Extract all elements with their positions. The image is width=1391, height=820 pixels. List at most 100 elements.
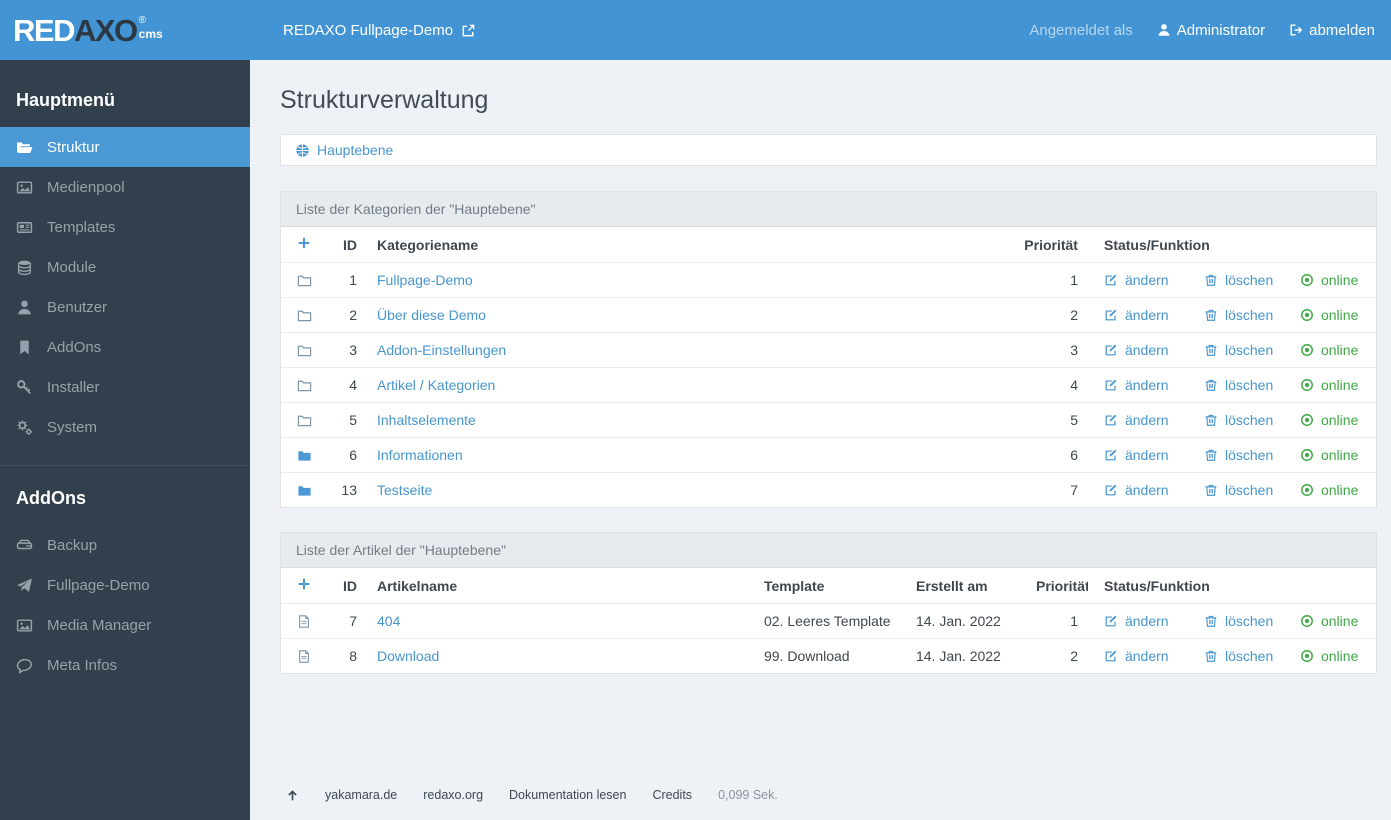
main-menu-heading: Hauptmenü (16, 90, 115, 110)
folder-icon[interactable] (297, 273, 317, 288)
category-link[interactable]: Artikel / Kategorien (377, 377, 495, 393)
category-link[interactable]: Fullpage-Demo (377, 272, 473, 288)
delete-category-link[interactable]: löschen (1204, 412, 1274, 428)
categories-panel: Liste der Kategorien der "Hauptebene" ID… (280, 191, 1377, 508)
folder-icon[interactable] (297, 308, 317, 323)
sidebar-item-fullpage-demo[interactable]: Fullpage-Demo (0, 565, 250, 605)
edit-category-link[interactable]: ändern (1104, 272, 1178, 288)
sidebar-item-templates[interactable]: Templates (0, 207, 250, 247)
articles-panel: Liste der Artikel der "Hauptebene" ID Ar… (280, 532, 1377, 674)
delete-category-link[interactable]: löschen (1204, 307, 1274, 323)
category-priority: 5 (1007, 402, 1088, 438)
category-id: 5 (327, 402, 367, 438)
sidebar-item-module[interactable]: Module (0, 247, 250, 287)
category-link[interactable]: Addon-Einstellungen (377, 342, 506, 358)
online-icon (1300, 614, 1314, 628)
category-link[interactable]: Inhaltselemente (377, 412, 476, 428)
sidebar-item-installer[interactable]: Installer (0, 367, 250, 407)
category-id: 3 (327, 332, 367, 368)
current-user-link[interactable]: Administrator (1157, 22, 1265, 39)
online-status-link[interactable]: online (1300, 648, 1366, 664)
logout-link[interactable]: abmelden (1289, 22, 1375, 39)
article-link[interactable]: Download (377, 648, 439, 664)
category-priority: 2 (1007, 297, 1088, 333)
sidebar-item-backup[interactable]: Backup (0, 525, 250, 565)
edit-icon (1104, 343, 1118, 357)
category-link[interactable]: Testseite (377, 482, 432, 498)
add-article-button[interactable] (297, 577, 311, 591)
edit-article-link[interactable]: ändern (1104, 613, 1178, 629)
folder-solid-icon[interactable] (297, 448, 317, 463)
folder-icon[interactable] (297, 343, 317, 358)
folder-icon[interactable] (297, 378, 317, 393)
trash-icon (1204, 649, 1218, 663)
sidebar-item-system[interactable]: System (0, 407, 250, 447)
redaxo-logo[interactable]: REDAXO ® cms (13, 15, 163, 46)
footer-link-credits[interactable]: Credits (652, 788, 692, 802)
trash-icon (1204, 614, 1218, 628)
edit-category-link[interactable]: ändern (1104, 412, 1178, 428)
category-id: 1 (327, 262, 367, 298)
session-area: Angemeldet als Administrator abmelden (1029, 22, 1375, 39)
sidebar-item-meta-infos[interactable]: Meta Infos (0, 645, 250, 685)
user-icon (16, 299, 33, 316)
file-text-icon[interactable] (297, 649, 317, 664)
sidebar-item-benutzer[interactable]: Benutzer (0, 287, 250, 327)
online-icon (1300, 649, 1314, 663)
edit-category-link[interactable]: ändern (1104, 377, 1178, 393)
edit-icon (1104, 378, 1118, 392)
trash-icon (1204, 413, 1218, 427)
sidebar-item-media-manager[interactable]: Media Manager (0, 605, 250, 645)
online-status-link[interactable]: online (1300, 307, 1366, 323)
delete-category-link[interactable]: löschen (1204, 272, 1274, 288)
online-status-link[interactable]: online (1300, 613, 1366, 629)
folder-solid-icon[interactable] (297, 483, 317, 498)
file-text-icon[interactable] (297, 614, 317, 629)
folder-icon[interactable] (297, 413, 317, 428)
trash-icon (1204, 448, 1218, 462)
site-frontend-link[interactable]: REDAXO Fullpage-Demo (283, 22, 476, 39)
edit-category-link[interactable]: ändern (1104, 307, 1178, 323)
breadcrumb-root-link[interactable]: Hauptebene (295, 142, 393, 158)
add-category-button[interactable] (297, 236, 311, 250)
edit-category-link[interactable]: ändern (1104, 482, 1178, 498)
delete-category-link[interactable]: löschen (1204, 342, 1274, 358)
footer: yakamara.de redaxo.org Dokumentation les… (280, 780, 1377, 810)
online-icon (1300, 343, 1314, 357)
top-bar: REDAXO ® cms REDAXO Fullpage-Demo Angeme… (0, 0, 1391, 60)
online-icon (1300, 448, 1314, 462)
online-status-link[interactable]: online (1300, 272, 1366, 288)
category-row: 5 Inhaltselemente 5 ändern löschen onlin… (281, 402, 1376, 438)
trash-icon (1204, 343, 1218, 357)
footer-link-redaxo[interactable]: redaxo.org (423, 788, 483, 802)
online-status-link[interactable]: online (1300, 377, 1366, 393)
online-status-link[interactable]: online (1300, 447, 1366, 463)
footer-link-dokumentation[interactable]: Dokumentation lesen (509, 788, 626, 802)
delete-category-link[interactable]: löschen (1204, 482, 1274, 498)
sidebar-item-addons[interactable]: AddOns (0, 327, 250, 367)
online-status-link[interactable]: online (1300, 412, 1366, 428)
edit-category-link[interactable]: ändern (1104, 447, 1178, 463)
article-row: 7 404 02. Leeres Template 14. Jan. 2022 … (281, 603, 1376, 639)
footer-link-yakamara[interactable]: yakamara.de (325, 788, 397, 802)
article-link[interactable]: 404 (377, 613, 400, 629)
edit-article-link[interactable]: ändern (1104, 648, 1178, 664)
category-link[interactable]: Informationen (377, 447, 463, 463)
categories-table: ID Kategoriename Priorität Status/Funkti… (281, 227, 1376, 507)
sidebar-item-struktur[interactable]: Struktur (0, 127, 250, 167)
registered-mark: ® (138, 15, 147, 26)
edit-category-link[interactable]: ändern (1104, 342, 1178, 358)
logo-text: REDAXO (13, 12, 138, 48)
comment-icon (16, 657, 33, 674)
delete-article-link[interactable]: löschen (1204, 648, 1274, 664)
delete-article-link[interactable]: löschen (1204, 613, 1274, 629)
sidebar-item-medienpool[interactable]: Medienpool (0, 167, 250, 207)
article-template: 02. Leeres Template (753, 603, 906, 639)
online-status-link[interactable]: online (1300, 342, 1366, 358)
delete-category-link[interactable]: löschen (1204, 377, 1274, 393)
paper-plane-icon (16, 577, 33, 594)
delete-category-link[interactable]: löschen (1204, 447, 1274, 463)
category-link[interactable]: Über diese Demo (377, 307, 486, 323)
online-status-link[interactable]: online (1300, 482, 1366, 498)
scroll-top-icon[interactable] (286, 789, 299, 802)
